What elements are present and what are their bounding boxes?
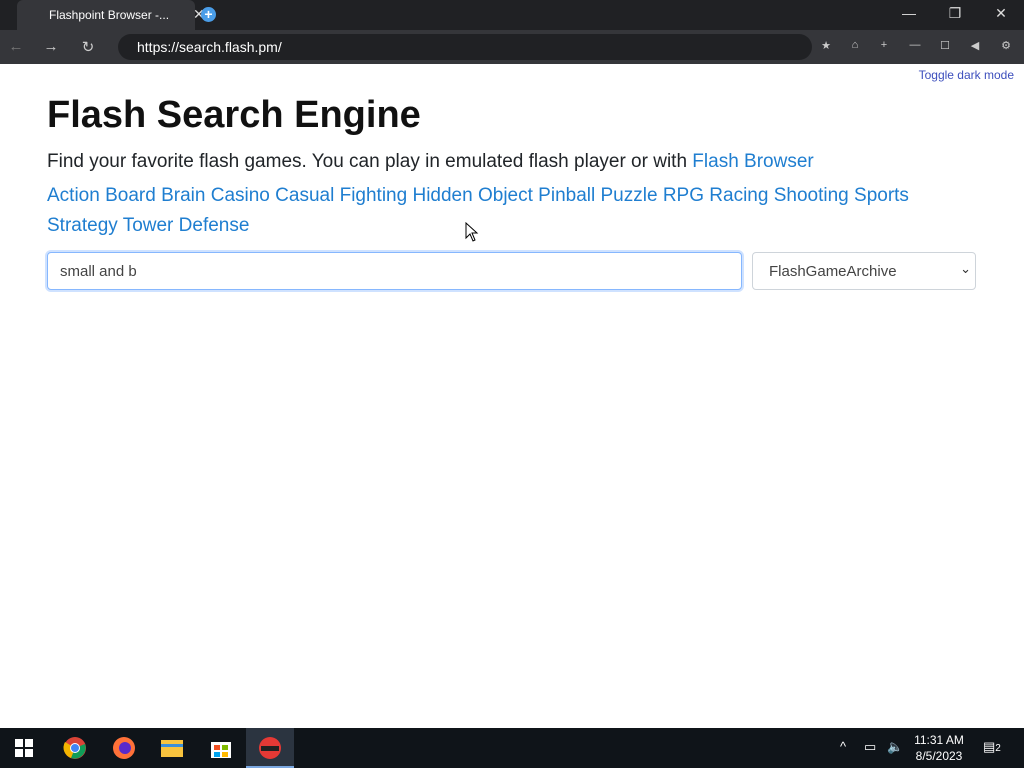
- category-link[interactable]: RPG: [663, 185, 704, 206]
- date-text: 8/5/2023: [915, 749, 963, 763]
- notifications-icon[interactable]: ▤2: [983, 739, 1001, 755]
- archive-select[interactable]: FlashGameArchive ⌄: [752, 252, 976, 290]
- close-window-icon[interactable]: ✕: [986, 5, 1016, 22]
- category-link[interactable]: Strategy: [47, 215, 118, 236]
- chrome-icon[interactable]: [51, 728, 99, 768]
- category-link[interactable]: Pinball: [538, 185, 595, 206]
- windows-start-icon[interactable]: [0, 728, 48, 768]
- add-icon[interactable]: +: [876, 39, 892, 51]
- search-input[interactable]: [47, 252, 742, 290]
- zoom-out-icon[interactable]: —: [907, 39, 923, 51]
- category-link[interactable]: Puzzle: [601, 185, 658, 206]
- category-link[interactable]: Casino: [211, 185, 270, 206]
- category-link[interactable]: Shooting: [774, 185, 849, 206]
- file-explorer-icon[interactable]: [148, 728, 196, 768]
- notification-count: 2: [995, 743, 1001, 754]
- new-tab-icon[interactable]: +: [201, 7, 216, 22]
- volume-icon[interactable]: 🔈: [887, 739, 903, 755]
- minimize-icon[interactable]: —: [894, 5, 924, 21]
- category-link[interactable]: Fighting: [340, 185, 408, 206]
- category-link[interactable]: Board: [105, 185, 156, 206]
- archive-selected-value: FlashGameArchive: [769, 263, 897, 280]
- show-hidden-icons-icon[interactable]: ^: [840, 739, 846, 754]
- network-icon[interactable]: ▭: [864, 739, 876, 755]
- tab-title: Flashpoint Browser -...: [49, 8, 170, 22]
- category-link[interactable]: Sports: [854, 185, 909, 206]
- category-links: Action Board Brain Casino Casual Fightin…: [47, 181, 967, 241]
- browser-tab[interactable]: Flashpoint Browser -... ✕: [17, 0, 205, 30]
- back-icon[interactable]: ←: [6, 38, 26, 55]
- browser-toolbar: ← → ↻ https://search.flash.pm/ ★ ⌂ + — ☐…: [0, 30, 1024, 64]
- home-icon[interactable]: ⌂: [847, 39, 863, 51]
- category-link[interactable]: Tower Defense: [123, 215, 250, 236]
- reload-icon[interactable]: ↻: [78, 38, 98, 56]
- toggle-dark-mode-link[interactable]: Toggle dark mode: [919, 68, 1014, 82]
- fullscreen-icon[interactable]: ☐: [937, 39, 953, 52]
- tab-bar: Flashpoint Browser -... ✕ + — ❐ ✕: [0, 0, 1024, 30]
- mouse-cursor-icon: [465, 222, 479, 242]
- address-bar[interactable]: https://search.flash.pm/: [118, 34, 812, 60]
- firefox-icon[interactable]: [100, 728, 148, 768]
- category-link[interactable]: Racing: [709, 185, 768, 206]
- clock[interactable]: 11:31 AM 8/5/2023: [908, 732, 970, 764]
- page-title: Flash Search Engine: [47, 94, 421, 136]
- flash-browser-link[interactable]: Flash Browser: [692, 151, 813, 172]
- flashpoint-taskbar-icon[interactable]: [246, 728, 294, 768]
- chevron-down-icon: ⌄: [960, 261, 971, 276]
- mute-icon[interactable]: ◀: [967, 39, 983, 52]
- category-link[interactable]: Brain: [161, 185, 205, 206]
- time-text: 11:31 AM: [914, 733, 964, 747]
- category-link[interactable]: Hidden Object: [412, 185, 532, 206]
- category-link[interactable]: Casual: [275, 185, 334, 206]
- category-link[interactable]: Action: [47, 185, 100, 206]
- intro-text: Find your favorite flash games. You can …: [47, 151, 814, 173]
- url-text: https://search.flash.pm/: [137, 39, 282, 55]
- settings-icon[interactable]: ⚙: [998, 39, 1014, 52]
- store-icon[interactable]: [197, 728, 245, 768]
- bookmark-icon[interactable]: ★: [818, 39, 834, 52]
- restore-icon[interactable]: ❐: [940, 5, 970, 22]
- intro-sentence: Find your favorite flash games. You can …: [47, 151, 693, 172]
- taskbar: ^ ▭ 🔈 11:31 AM 8/5/2023 ▤2: [0, 728, 1024, 768]
- forward-icon[interactable]: →: [41, 38, 61, 55]
